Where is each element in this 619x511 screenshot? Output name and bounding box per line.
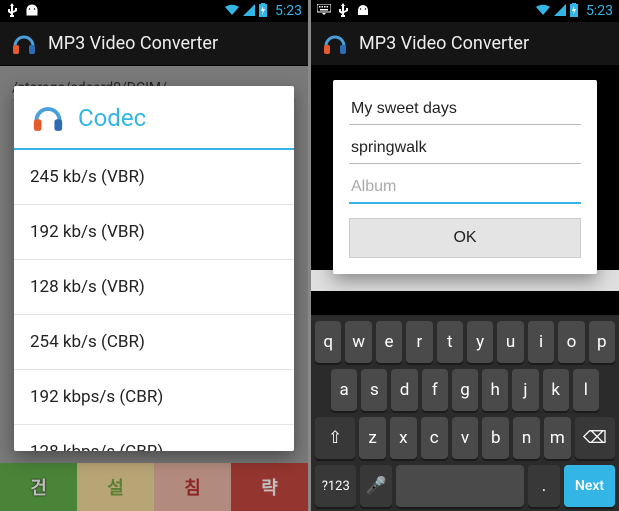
- key-g[interactable]: g: [452, 369, 478, 411]
- android-icon: [355, 4, 371, 19]
- key-j[interactable]: j: [512, 369, 538, 411]
- codec-option[interactable]: 128 kbps/s (CBR): [14, 425, 294, 451]
- key-f[interactable]: f: [422, 369, 448, 411]
- key-mic[interactable]: 🎤: [360, 465, 392, 507]
- android-icon: [24, 4, 40, 19]
- battery-icon: [259, 3, 267, 20]
- artist-field[interactable]: [349, 133, 581, 164]
- key-v[interactable]: v: [452, 417, 479, 459]
- ok-button[interactable]: OK: [349, 218, 581, 258]
- signal-icon: [243, 4, 255, 19]
- dialog-header: Codec: [14, 86, 294, 150]
- status-time: 5:23: [586, 3, 613, 19]
- key-c[interactable]: c: [421, 417, 448, 459]
- key-b[interactable]: b: [482, 417, 509, 459]
- key-q[interactable]: q: [315, 321, 341, 363]
- codec-list: 245 kb/s (VBR) 192 kb/s (VBR) 128 kb/s (…: [14, 150, 294, 451]
- codec-option[interactable]: 128 kb/s (VBR): [14, 260, 294, 315]
- dialog-title: Codec: [78, 104, 146, 132]
- keyboard-indicator-icon: [317, 4, 331, 18]
- key-s[interactable]: s: [361, 369, 387, 411]
- key-n[interactable]: n: [513, 417, 540, 459]
- key-u[interactable]: u: [497, 321, 523, 363]
- signal-icon: [554, 4, 566, 19]
- album-field[interactable]: [349, 172, 581, 204]
- app-title: MP3 Video Converter: [48, 33, 218, 54]
- battery-icon: [570, 3, 578, 20]
- app-icon: [30, 100, 66, 136]
- codec-dialog: Codec 245 kb/s (VBR) 192 kb/s (VBR) 128 …: [14, 86, 294, 451]
- metadata-dialog: OK: [333, 80, 597, 274]
- status-time: 5:23: [275, 3, 302, 19]
- codec-option[interactable]: 254 kb/s (CBR): [14, 315, 294, 370]
- codec-option[interactable]: 192 kb/s (VBR): [14, 205, 294, 260]
- key-m[interactable]: m: [544, 417, 571, 459]
- ad-banner[interactable]: 건 설 침 략: [0, 463, 308, 511]
- key-y[interactable]: y: [467, 321, 493, 363]
- action-bar: MP3 Video Converter: [311, 22, 619, 66]
- status-bar: 5:23: [0, 0, 308, 22]
- codec-option[interactable]: 192 kbps/s (CBR): [14, 370, 294, 425]
- key-e[interactable]: e: [376, 321, 402, 363]
- action-bar: MP3 Video Converter: [0, 22, 308, 66]
- key-z[interactable]: z: [359, 417, 386, 459]
- key-space[interactable]: [396, 465, 524, 507]
- usb-icon: [337, 3, 349, 20]
- key-d[interactable]: d: [391, 369, 417, 411]
- key-h[interactable]: h: [482, 369, 508, 411]
- key-t[interactable]: t: [437, 321, 463, 363]
- app-title: MP3 Video Converter: [359, 33, 529, 54]
- key-x[interactable]: x: [390, 417, 417, 459]
- key-o[interactable]: o: [558, 321, 584, 363]
- app-icon: [10, 30, 38, 58]
- key-r[interactable]: r: [406, 321, 432, 363]
- key-a[interactable]: a: [331, 369, 357, 411]
- key-k[interactable]: k: [543, 369, 569, 411]
- key-i[interactable]: i: [528, 321, 554, 363]
- soft-keyboard: q w e r t y u i o p a s d f g h j k l ⇧ …: [311, 315, 619, 511]
- key-next[interactable]: Next: [564, 465, 615, 507]
- title-field[interactable]: [349, 94, 581, 125]
- key-symbols[interactable]: ?123: [315, 465, 356, 507]
- app-icon: [321, 30, 349, 58]
- key-l[interactable]: l: [573, 369, 599, 411]
- key-backspace[interactable]: ⌫: [575, 417, 615, 459]
- key-period[interactable]: .: [528, 465, 560, 507]
- key-w[interactable]: w: [345, 321, 371, 363]
- key-p[interactable]: p: [589, 321, 615, 363]
- key-shift[interactable]: ⇧: [315, 417, 355, 459]
- wifi-icon: [225, 4, 239, 19]
- codec-option[interactable]: 245 kb/s (VBR): [14, 150, 294, 205]
- wifi-icon: [536, 4, 550, 19]
- usb-icon: [6, 3, 18, 20]
- status-bar: 5:23: [311, 0, 619, 22]
